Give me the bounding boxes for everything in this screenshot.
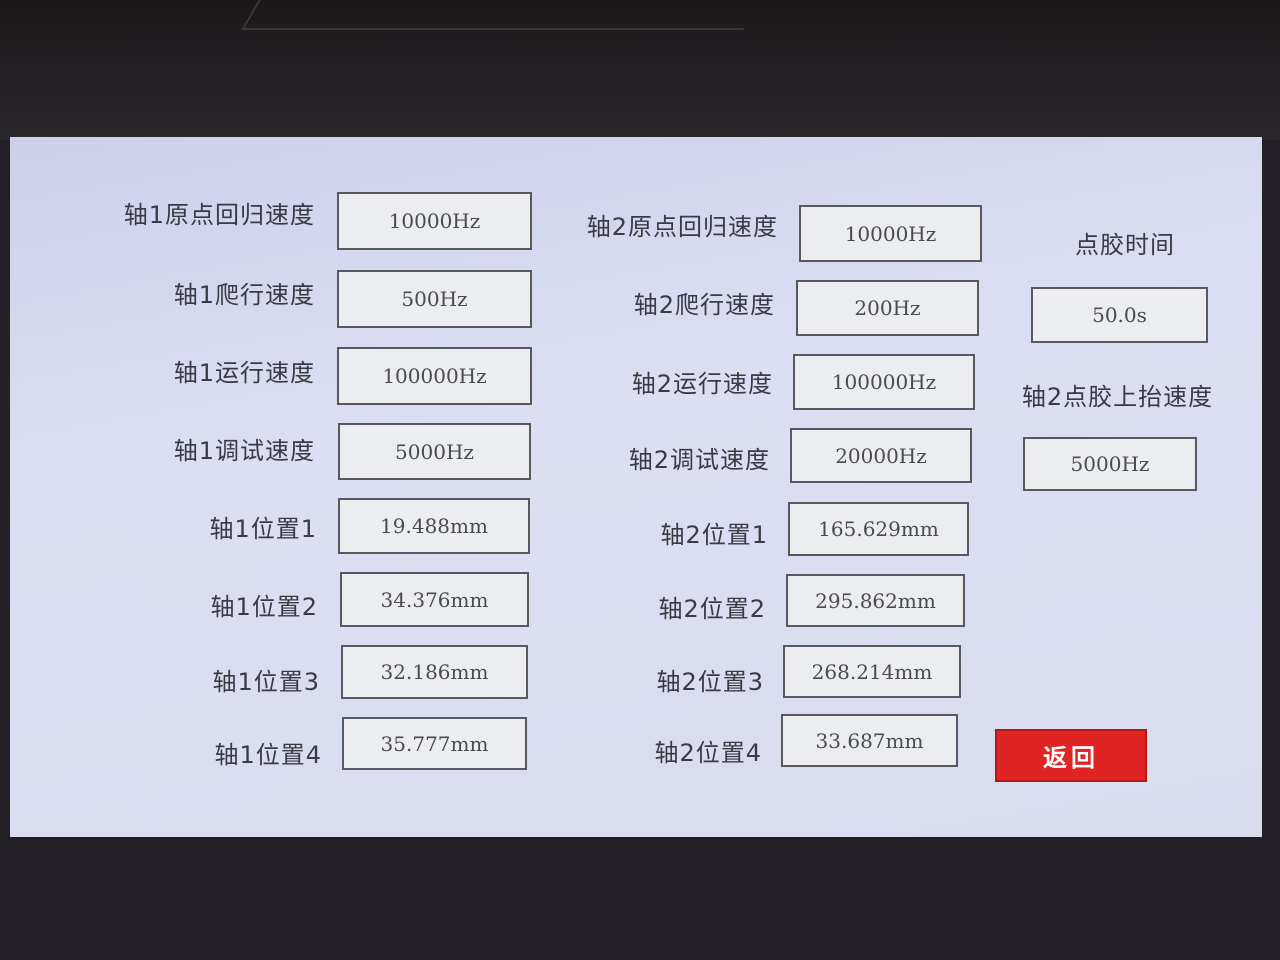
axis2-lift-speed-label: 轴2点胶上抬速度 — [1021, 383, 1214, 411]
axis1-pos1-label: 轴1位置1 — [209, 515, 317, 543]
axis2-home-speed-field[interactable]: 10000Hz — [799, 205, 982, 262]
axis2-crawl-speed-field[interactable]: 200Hz — [796, 280, 979, 336]
axis1-pos3-label: 轴1位置3 — [212, 668, 320, 696]
axis2-home-speed-label: 轴2原点回归速度 — [586, 213, 778, 241]
axis1-crawl-speed-field[interactable]: 500Hz — [337, 270, 532, 328]
axis1-pos1-field[interactable]: 19.488mm — [338, 498, 530, 554]
axis1-pos2-field[interactable]: 34.376mm — [340, 572, 529, 627]
axis2-run-speed-field[interactable]: 100000Hz — [793, 354, 975, 410]
axis1-home-speed-field[interactable]: 10000Hz — [337, 192, 532, 250]
axis2-run-speed-label: 轴2运行速度 — [631, 370, 773, 398]
axis1-pos4-field[interactable]: 35.777mm — [342, 717, 527, 770]
axis2-pos4-field[interactable]: 33.687mm — [781, 714, 958, 767]
axis2-pos4-label: 轴2位置4 — [654, 739, 762, 767]
dispense-time-field[interactable]: 50.0s — [1031, 287, 1208, 343]
axis1-pos3-field[interactable]: 32.186mm — [341, 645, 528, 699]
axis1-home-speed-label: 轴1原点回归速度 — [123, 201, 315, 229]
axis2-pos1-field[interactable]: 165.629mm — [788, 502, 969, 556]
hmi-screen: 轴1原点回归速度 10000Hz 轴1爬行速度 500Hz 轴1运行速度 100… — [10, 137, 1262, 837]
axis2-pos3-field[interactable]: 268.214mm — [783, 645, 961, 698]
axis1-pos2-label: 轴1位置2 — [210, 593, 318, 621]
dispense-time-label: 点胶时间 — [1075, 231, 1175, 259]
axis2-debug-speed-field[interactable]: 20000Hz — [790, 428, 972, 483]
axis2-debug-speed-label: 轴2调试速度 — [628, 446, 770, 474]
axis2-lift-speed-field[interactable]: 5000Hz — [1023, 437, 1197, 491]
axis2-pos1-label: 轴2位置1 — [660, 521, 768, 549]
back-button[interactable]: 返回 — [995, 729, 1147, 782]
axis1-debug-speed-label: 轴1调试速度 — [173, 437, 315, 465]
axis1-crawl-speed-label: 轴1爬行速度 — [173, 281, 315, 309]
axis2-pos3-label: 轴2位置3 — [656, 668, 764, 696]
axis1-run-speed-label: 轴1运行速度 — [173, 359, 315, 387]
device-bezel — [0, 0, 1280, 140]
axis2-pos2-label: 轴2位置2 — [658, 595, 766, 623]
axis2-pos2-field[interactable]: 295.862mm — [786, 574, 965, 627]
bezel-edge — [241, 0, 761, 30]
axis1-pos4-label: 轴1位置4 — [214, 741, 322, 769]
axis1-debug-speed-field[interactable]: 5000Hz — [338, 423, 531, 480]
axis1-run-speed-field[interactable]: 100000Hz — [337, 347, 532, 405]
axis2-crawl-speed-label: 轴2爬行速度 — [633, 291, 775, 319]
